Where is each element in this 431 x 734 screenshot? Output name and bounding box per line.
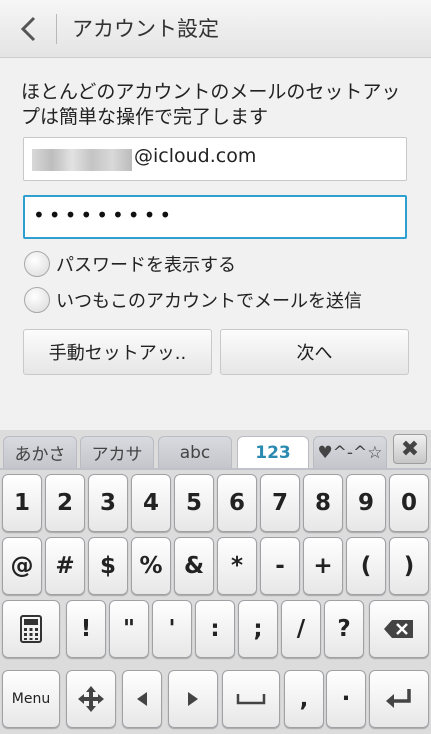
password-dots: ••••••••• <box>33 203 176 227</box>
key-3[interactable]: 3 <box>88 474 128 532</box>
backspace-key[interactable] <box>369 600 429 658</box>
enter-icon <box>386 689 411 708</box>
keyboard-tab-divider <box>0 468 431 470</box>
cursor-left-key[interactable] <box>122 670 162 728</box>
app-header: アカウント設定 <box>0 0 431 58</box>
account-setup-form: ほとんどのアカウントのメールのセットアップは簡単な操作で完了します @iclou… <box>0 58 431 430</box>
email-field[interactable]: @icloud.com <box>23 137 407 181</box>
cursor-right-key[interactable] <box>168 670 218 728</box>
key-6[interactable]: 6 <box>217 474 257 532</box>
space-icon <box>236 694 266 705</box>
key-9[interactable]: 9 <box>346 474 386 532</box>
arrow-right-icon <box>188 692 198 706</box>
header-divider <box>56 14 57 44</box>
menu-key[interactable]: Menu <box>2 670 60 728</box>
calculator-key[interactable] <box>2 600 60 658</box>
setup-description: ほとんどのアカウントのメールのセットアップは簡単な操作で完了します <box>21 81 401 128</box>
email-domain-text: @icloud.com <box>134 145 257 167</box>
show-password-option[interactable]: パスワードを表示する <box>24 251 236 277</box>
key-5[interactable]: 5 <box>174 474 214 532</box>
key-1[interactable]: 1 <box>2 474 42 532</box>
close-keyboard-icon[interactable]: ✖ <box>393 434 427 464</box>
key-7[interactable]: 7 <box>260 474 300 532</box>
tab-hiragana[interactable]: あかさ <box>3 436 77 468</box>
key-asterisk[interactable]: * <box>217 537 257 595</box>
key-close-paren[interactable]: ) <box>389 537 429 595</box>
next-button[interactable]: 次へ <box>220 329 409 375</box>
tab-emoticons[interactable]: ♥^-^☆ <box>313 436 387 468</box>
back-button[interactable] <box>10 12 46 46</box>
space-key[interactable] <box>222 670 280 728</box>
key-slash[interactable]: / <box>281 600 321 658</box>
tab-alphabet[interactable]: abc <box>158 436 232 468</box>
chevron-left-icon <box>20 16 36 42</box>
redacted-username <box>32 149 132 171</box>
key-comma[interactable]: , <box>284 670 324 728</box>
enter-key[interactable] <box>369 670 429 728</box>
key-period[interactable]: · <box>326 670 366 728</box>
manual-setup-button[interactable]: 手動セットアッ.. <box>23 329 212 375</box>
key-question[interactable]: ? <box>324 600 364 658</box>
key-exclamation[interactable]: ! <box>66 600 106 658</box>
show-password-label: パスワードを表示する <box>56 255 236 276</box>
send-default-option[interactable]: いつもこのアカウントでメールを送信 <box>24 287 362 313</box>
page-title: アカウント設定 <box>72 17 219 41</box>
tab-katakana[interactable]: アカサ <box>80 436 154 468</box>
key-at[interactable]: @ <box>2 537 42 595</box>
backspace-icon <box>384 620 413 638</box>
key-ampersand[interactable]: & <box>174 537 214 595</box>
cursor-move-key[interactable] <box>66 670 116 728</box>
send-default-radio[interactable] <box>24 287 50 313</box>
key-hash[interactable]: # <box>45 537 85 595</box>
key-4[interactable]: 4 <box>131 474 171 532</box>
soft-keyboard: あかさ アカサ abc 123 ♥^-^☆ ✖ 1 2 3 4 5 6 7 8 … <box>0 430 431 734</box>
key-dollar[interactable]: $ <box>88 537 128 595</box>
key-percent[interactable]: % <box>131 537 171 595</box>
key-plus[interactable]: + <box>303 537 343 595</box>
key-colon[interactable]: : <box>195 600 235 658</box>
key-double-quote[interactable]: " <box>109 600 149 658</box>
key-0[interactable]: 0 <box>389 474 429 532</box>
calculator-icon <box>20 615 42 643</box>
tab-numbers[interactable]: 123 <box>237 436 309 468</box>
password-field[interactable]: ••••••••• <box>23 195 407 239</box>
move-arrows-icon <box>78 686 104 712</box>
key-semicolon[interactable]: ; <box>238 600 278 658</box>
key-single-quote[interactable]: ' <box>152 600 192 658</box>
key-open-paren[interactable]: ( <box>346 537 386 595</box>
send-default-label: いつもこのアカウントでメールを送信 <box>56 291 362 312</box>
arrow-left-icon <box>137 692 147 706</box>
key-8[interactable]: 8 <box>303 474 343 532</box>
key-2[interactable]: 2 <box>45 474 85 532</box>
show-password-radio[interactable] <box>24 251 50 277</box>
key-minus[interactable]: - <box>260 537 300 595</box>
